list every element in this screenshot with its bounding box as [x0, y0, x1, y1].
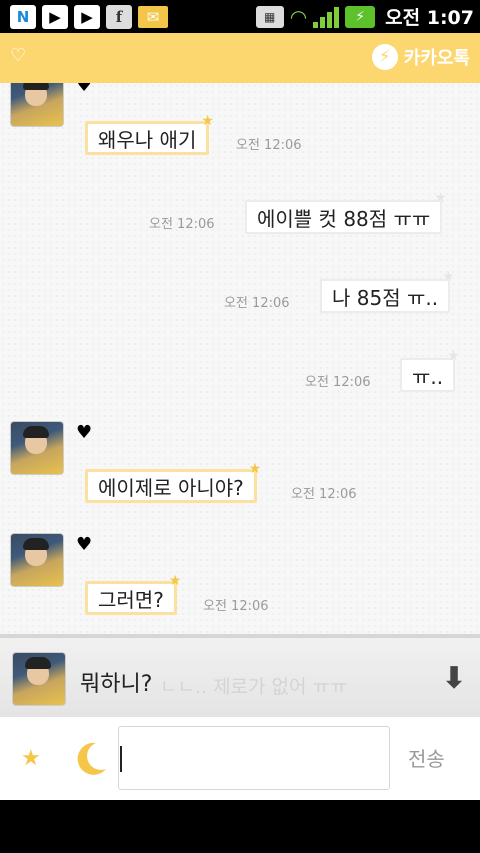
- star-icon: ★: [201, 113, 214, 129]
- message-time: 오전 12:06: [291, 487, 357, 502]
- bottom-bar: [0, 800, 480, 853]
- avatar[interactable]: [10, 83, 64, 127]
- message-bubble[interactable]: 에이제로 아니야? ★: [85, 462, 261, 503]
- star-icon: ★: [434, 190, 447, 206]
- mail-icon: ✉: [138, 5, 168, 28]
- avatar: [12, 652, 66, 706]
- message-input-bar: ★ 전송: [0, 717, 480, 800]
- star-icon: ★: [248, 461, 262, 477]
- arrow-down-icon[interactable]: ⬇: [438, 662, 470, 696]
- battery-charging-icon: ⚡: [345, 5, 376, 28]
- signal-icon: [313, 6, 340, 28]
- heart-icon: ♥: [76, 534, 93, 555]
- avatar[interactable]: [10, 533, 64, 587]
- facebook-icon: f: [106, 4, 132, 29]
- notification-ghost-text: ㄴㄴ.. 제로가 없어 ㅠㅠ: [160, 676, 348, 698]
- wifi-icon: ◠: [289, 4, 308, 29]
- message-time: 오전 12:06: [236, 138, 302, 153]
- chat-header: ♡ ⚡ 카카오톡: [0, 33, 480, 83]
- message-bubble[interactable]: 에이쁠 컷 88점 ㅠㅠ ★: [245, 191, 447, 234]
- message-text: ㅠ..: [412, 364, 444, 389]
- text-caret: [120, 746, 122, 772]
- brand-button[interactable]: ⚡ 카카오톡: [371, 44, 470, 70]
- star-icon: ★: [168, 573, 182, 589]
- message-text: 그러면?: [98, 587, 164, 612]
- new-message-banner[interactable]: ㄴㄴ.. 제로가 없어 ㅠㅠ 뭐하니? ⬇: [0, 634, 480, 717]
- message-text: 왜우나 애기: [98, 127, 197, 152]
- brand-label: 카카오톡: [403, 48, 470, 69]
- status-bar: N ▶ ▶ f ✉ ▦ ◠ ⚡ 오전 1:07: [0, 0, 480, 33]
- message-time: 오전 12:06: [305, 375, 371, 390]
- message-bubble[interactable]: ㅠ.. ★: [400, 349, 460, 392]
- message-bubble[interactable]: 나 85점 ㅠ.. ★: [320, 270, 455, 313]
- message-time: 오전 12:06: [149, 217, 215, 232]
- send-button[interactable]: 전송: [408, 743, 445, 772]
- message-input[interactable]: [118, 726, 390, 790]
- kakaotalk-logo-icon: ⚡: [371, 44, 398, 70]
- moon-icon[interactable]: [70, 739, 110, 779]
- message-text: 에이쁠 컷 88점 ㅠㅠ: [257, 206, 431, 231]
- star-icon: ★: [447, 348, 460, 364]
- message-text: 에이제로 아니야?: [98, 475, 244, 500]
- chat-messages[interactable]: ♥ 왜우나 애기 ★ 오전 12:06 오전 12:06 에이쁠 컷 88점 ㅠ…: [0, 83, 480, 634]
- play-store-icon: ▶: [42, 4, 68, 29]
- message-bubble[interactable]: 그러면? ★: [85, 574, 181, 615]
- sim-card-icon: ▦: [255, 5, 284, 28]
- star-icon[interactable]: ★: [21, 748, 41, 770]
- message-time: 오전 12:06: [224, 296, 290, 311]
- star-icon: ★: [442, 269, 455, 285]
- heart-icon: ♥: [76, 83, 93, 96]
- avatar[interactable]: [10, 421, 64, 475]
- heart-icon: ♥: [76, 422, 93, 443]
- play-store-icon: ▶: [74, 4, 100, 29]
- message-text: 나 85점 ㅠ..: [332, 285, 439, 310]
- heart-outline-icon[interactable]: ♡: [10, 46, 30, 66]
- status-time: 오전 1:07: [385, 7, 474, 29]
- notification-text: 뭐하니?: [80, 672, 153, 697]
- naver-icon: N: [10, 4, 36, 29]
- message-time: 오전 12:06: [203, 599, 269, 614]
- message-bubble[interactable]: 왜우나 애기 ★: [85, 114, 214, 155]
